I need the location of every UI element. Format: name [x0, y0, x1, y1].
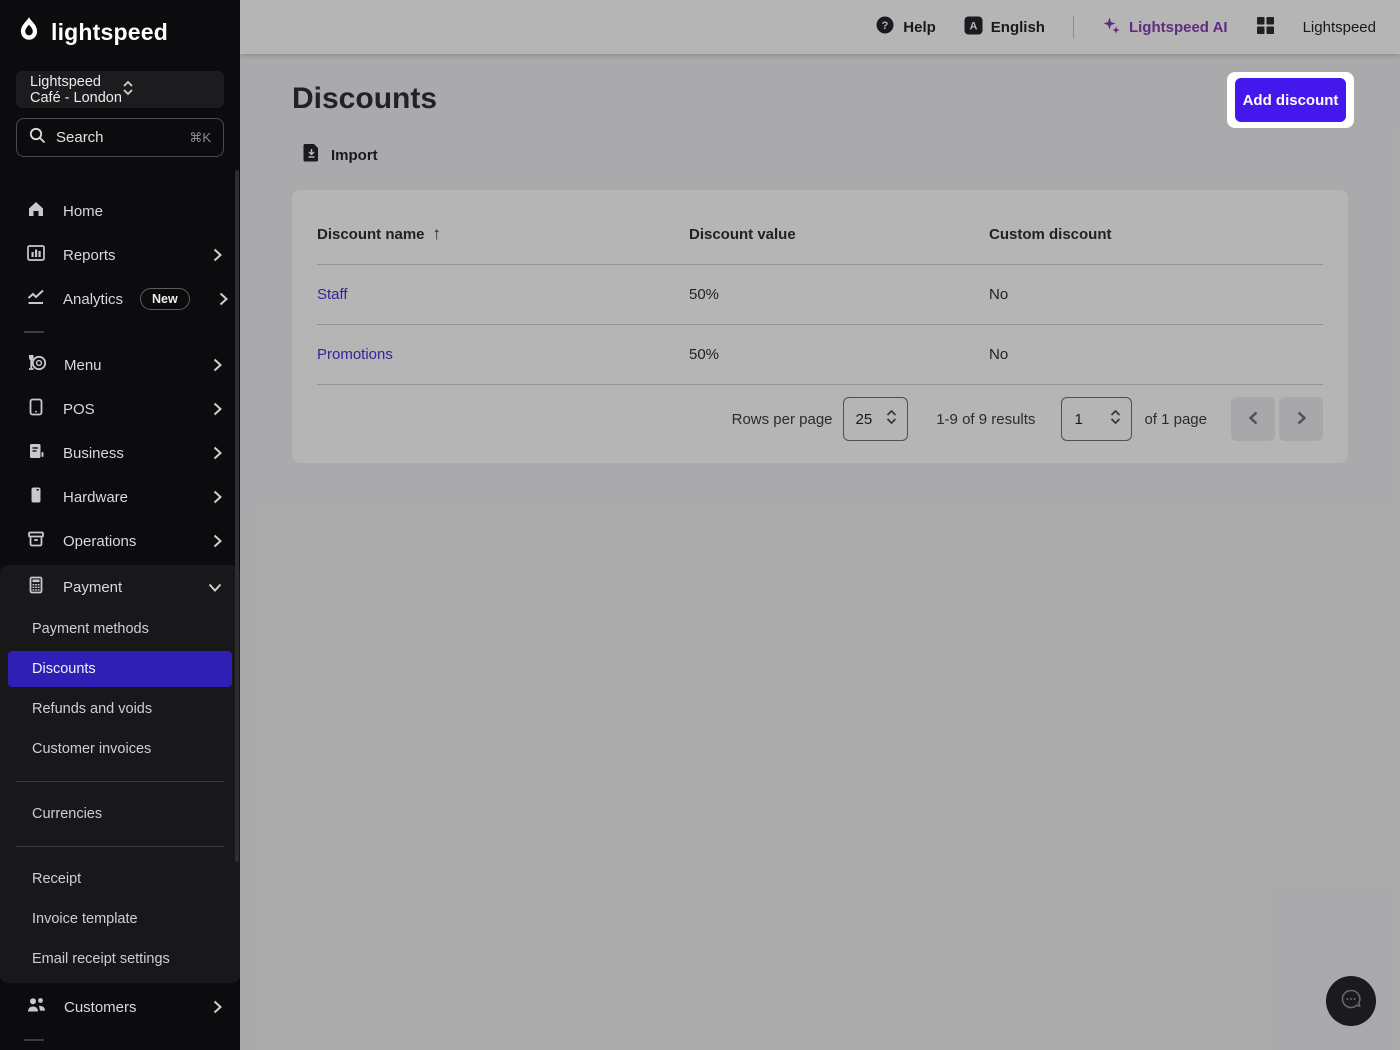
sidebar-subitem-email-receipt-settings[interactable]: Email receipt settings [0, 939, 240, 979]
chevron-right-icon [213, 490, 222, 504]
home-icon [26, 199, 46, 224]
new-badge: New [140, 288, 190, 310]
sidebar-subitem-receipt[interactable]: Receipt [0, 859, 240, 899]
chevron-right-icon [213, 446, 222, 460]
sidebar-item-label: Menu [64, 357, 102, 374]
device-icon [26, 485, 46, 510]
chevron-right-icon [219, 292, 228, 306]
sidebar-item-label: Analytics [63, 291, 123, 308]
sidebar-subitem-refunds-and-voids[interactable]: Refunds and voids [0, 689, 240, 729]
sidebar-subitem-customer-invoices[interactable]: Customer invoices [0, 729, 240, 769]
subitem-label: Payment methods [32, 621, 149, 637]
sidebar-item-business[interactable]: Business [0, 431, 240, 475]
sidebar-item-label: Operations [63, 533, 136, 550]
people-icon [26, 995, 47, 1020]
sidebar-item-reports[interactable]: Reports [0, 233, 240, 277]
subitem-label: Refunds and voids [32, 701, 152, 717]
add-discount-button[interactable]: Add discount [1235, 78, 1346, 122]
sidebar-item-label: Customers [64, 999, 137, 1016]
sidebar-item-analytics[interactable]: Analytics New [0, 277, 240, 321]
sidebar-item-label: Hardware [63, 489, 128, 506]
tablet-icon [26, 397, 46, 422]
flame-logo-icon [16, 16, 42, 49]
sidebar-subitem-discounts[interactable]: Discounts [8, 651, 232, 687]
search-shortcut: ⌘K [189, 130, 211, 146]
chevron-right-icon [213, 1000, 222, 1014]
box-icon [26, 529, 46, 554]
sidebar-item-hardware[interactable]: Hardware [0, 475, 240, 519]
subitem-label: Customer invoices [32, 741, 151, 757]
sidebar-subitem-invoice-template[interactable]: Invoice template [0, 899, 240, 939]
calculator-icon [26, 575, 46, 600]
nav-divider [24, 331, 44, 333]
sidebar-nav: Home Reports Analytics New Menu POS Busi [0, 189, 240, 1041]
ledger-icon [26, 441, 46, 466]
sidebar-item-label: Home [63, 203, 103, 220]
add-discount-spotlight: Add discount [1227, 72, 1354, 128]
subitem-label: Currencies [32, 806, 102, 822]
sidebar-item-label: Payment [63, 579, 122, 596]
sidebar-item-customers[interactable]: Customers [0, 985, 240, 1029]
subitem-label: Discounts [32, 661, 96, 677]
updown-chevron-icon [122, 80, 214, 100]
sidebar-item-label: POS [63, 401, 95, 418]
search-icon [29, 127, 46, 149]
sidebar-subitem-currencies[interactable]: Currencies [0, 794, 240, 834]
chevron-right-icon [213, 402, 222, 416]
submenu-divider [16, 781, 224, 782]
plate-glass-icon [26, 352, 47, 378]
subitem-label: Receipt [32, 871, 81, 887]
subitem-label: Email receipt settings [32, 951, 170, 967]
sidebar-item-menu[interactable]: Menu [0, 343, 240, 387]
sidebar-item-label: Business [63, 445, 124, 462]
sidebar-scrollbar[interactable] [235, 170, 239, 862]
chevron-down-icon [208, 583, 222, 592]
location-selector[interactable]: Lightspeed Café - London [16, 71, 224, 108]
sidebar-item-label: Reports [63, 247, 116, 264]
sidebar-item-home[interactable]: Home [0, 189, 240, 233]
submenu-divider [16, 846, 224, 847]
lightspeed-logo: lightspeed [0, 0, 240, 49]
nav-divider [24, 1039, 44, 1041]
chevron-right-icon [213, 534, 222, 548]
dim-overlay [240, 0, 1400, 1050]
sidebar-item-pos[interactable]: POS [0, 387, 240, 431]
sidebar-item-operations[interactable]: Operations [0, 519, 240, 563]
search-input[interactable]: Search ⌘K [16, 118, 224, 157]
bar-chart-icon [26, 243, 46, 268]
logo-wordmark: lightspeed [51, 19, 168, 46]
sidebar-subitem-payment-methods[interactable]: Payment methods [0, 609, 240, 649]
sidebar-item-payment[interactable]: Payment [0, 565, 240, 609]
line-chart-icon [26, 287, 46, 312]
payment-section: Payment Payment methods Discounts Refund… [0, 565, 240, 983]
location-label: Lightspeed Café - London [30, 74, 122, 106]
chevron-right-icon [213, 248, 222, 262]
chevron-right-icon [213, 358, 222, 372]
sidebar: lightspeed Lightspeed Café - London Sear… [0, 0, 240, 1050]
search-placeholder: Search [56, 129, 179, 146]
subitem-label: Invoice template [32, 911, 138, 927]
